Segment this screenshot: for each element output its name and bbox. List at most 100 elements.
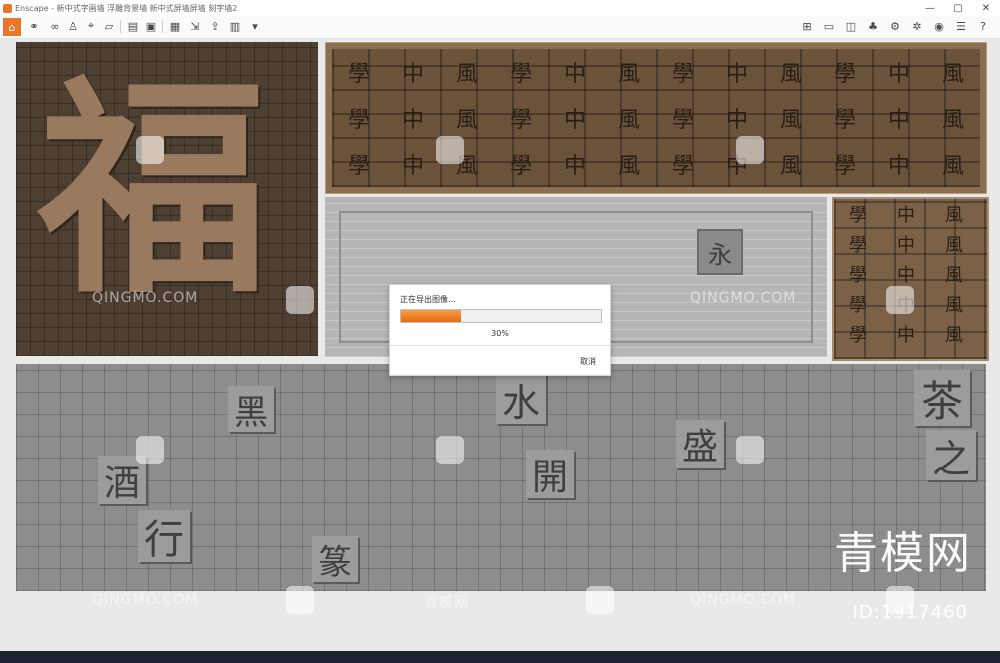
seal-glyph: 風 [617, 108, 640, 133]
map-pin-icon[interactable]: ⌖ [84, 19, 98, 33]
seal-glyph: 風 [617, 62, 640, 87]
layout-icon[interactable]: ▥ [228, 19, 242, 33]
watermark-cn: 青模网 [424, 595, 469, 611]
eye-icon[interactable]: ◉ [932, 19, 946, 33]
seal-glyph: 中 [887, 62, 910, 87]
seal-glyph: 風 [945, 295, 963, 316]
wood-seal-panel: 學中風學中風學中風學中風學中風學中風學中風學中風學中風學中風學中風學中風 [325, 42, 987, 194]
stone-char: 黑 [228, 386, 274, 433]
seal-glyph: 學 [849, 325, 867, 346]
seal-glyph: 學 [833, 154, 856, 179]
close-button[interactable]: ✕ [972, 0, 1000, 16]
watermark-badge-icon [586, 586, 614, 614]
brand-watermark: 青模网 [834, 528, 972, 579]
seal-glyph: 中 [563, 108, 586, 133]
seal-glyph: 中 [401, 108, 424, 133]
seal-glyph: 學 [671, 154, 694, 179]
seal-glyph: 風 [941, 108, 964, 133]
layers-icon[interactable]: ☰ [954, 19, 968, 33]
binoculars-icon[interactable]: ∞ [48, 19, 62, 33]
seal-glyph: 學 [509, 108, 532, 133]
watermark-badge-icon [736, 436, 764, 464]
seal-glyph: 中 [887, 154, 910, 179]
screenshot-icon[interactable]: ▣ [144, 19, 158, 33]
seal-glyph: 風 [945, 205, 963, 226]
watermark: QINGMO.COM [690, 290, 797, 306]
help-icon[interactable]: ? [976, 19, 990, 33]
toolbar: ⌂ ⚭ ∞ ♙ ⌖ ▱ ▤ ▣ ▦ ⇲ ⇪ ▥ ▾ ⊞ ▭ ◫ ♣ ⚙ ✲ ◉ … [0, 16, 1000, 39]
seal-glyph: 中 [401, 154, 424, 179]
seal-glyph: 學 [849, 265, 867, 286]
export-progress-dialog: 正在导出图像... 30% 取消 [389, 284, 611, 376]
os-taskbar [0, 651, 1000, 663]
seal-glyph: 中 [725, 62, 748, 87]
export-icon[interactable]: ⇲ [188, 19, 202, 33]
seal-glyph: 風 [945, 325, 963, 346]
seal-glyph: 風 [941, 154, 964, 179]
stone-char: 水 [496, 374, 546, 425]
seal-glyph: 中 [887, 108, 910, 133]
seal-glyph: 中 [725, 108, 748, 133]
seal-glyph: 學 [849, 235, 867, 256]
watermark: QINGMO.COM [92, 290, 199, 306]
seal-glyph: 風 [617, 154, 640, 179]
seal-glyph: 風 [455, 108, 478, 133]
dropdown-icon[interactable]: ▾ [248, 19, 262, 33]
seal-glyph: 學 [509, 62, 532, 87]
progress-fill [401, 310, 461, 322]
watermark-badge-icon [136, 436, 164, 464]
watermark-badge-icon [736, 136, 764, 164]
seal-glyph: 風 [941, 62, 964, 87]
watermark-badge-icon [286, 586, 314, 614]
batch-render-icon[interactable]: ▦ [168, 19, 182, 33]
progress-percent: 30% [491, 329, 509, 338]
bookmark-icon[interactable]: ▱ [102, 19, 116, 33]
upload-icon[interactable]: ⇪ [208, 19, 222, 33]
seal-glyph: 風 [779, 62, 802, 87]
cube-icon[interactable]: ◫ [844, 19, 858, 33]
stone-char: 盛 [676, 420, 724, 468]
seal-glyph: 風 [779, 154, 802, 179]
minimize-button[interactable]: — [916, 0, 944, 16]
gear-icon[interactable]: ✲ [910, 19, 924, 33]
clapper-icon[interactable]: ▤ [126, 19, 140, 33]
link-icon[interactable]: ⚭ [27, 19, 41, 33]
stone-char: 行 [138, 510, 190, 563]
panel-glyph: 福 [38, 55, 269, 325]
seal-glyph: 學 [347, 154, 370, 179]
seal-glyph: 風 [455, 62, 478, 87]
assets-icon[interactable]: ♣ [866, 19, 880, 33]
small-wood-seal-panel: 學中風學中風學中風學中風學中風 [832, 197, 989, 361]
stone-char: 之 [926, 430, 976, 481]
inset-glyph-box: 永 [697, 229, 743, 275]
seal-glyph: 學 [509, 154, 532, 179]
panorama-icon[interactable]: ▭ [822, 19, 836, 33]
seal-glyph: 風 [945, 265, 963, 286]
seal-glyph: 學 [347, 62, 370, 87]
person-icon[interactable]: ♙ [66, 19, 80, 33]
watermark-badge-icon [436, 136, 464, 164]
settings-icon[interactable]: ⚙ [888, 19, 902, 33]
watermark: QINGMO.COM [92, 592, 199, 608]
seal-glyph: 學 [849, 205, 867, 226]
model-id-label: ID:1917460 [852, 602, 968, 623]
home-icon[interactable]: ⌂ [3, 18, 21, 36]
seal-glyph: 學 [849, 295, 867, 316]
watermark-badge-icon [286, 286, 314, 314]
seal-glyph: 學 [671, 108, 694, 133]
seal-glyph: 中 [897, 265, 915, 286]
seal-grid: 學中風學中風學中風學中風學中風學中風學中風學中風學中風學中風學中風學中風 [332, 49, 980, 187]
watermark-badge-icon [136, 136, 164, 164]
maximize-button[interactable]: ▢ [944, 0, 972, 16]
enscape-logo-icon [3, 3, 12, 13]
dark-wood-carving-panel: 福 [16, 42, 318, 356]
cancel-button[interactable]: 取消 [580, 356, 596, 367]
seal-glyph: 中 [897, 205, 915, 226]
toolbar-divider [120, 20, 121, 33]
stone-char: 篆 [312, 536, 358, 583]
seal-glyph: 中 [563, 62, 586, 87]
progress-message: 正在导出图像... [400, 295, 456, 304]
map-icon[interactable]: ⊞ [800, 19, 814, 33]
title-bar: Enscape - 新中式字画墙 浮雕背景墙 新中式屏墙屏墙 刻字墙2 — ▢ … [0, 0, 1000, 16]
stone-char: 茶 [914, 370, 970, 426]
